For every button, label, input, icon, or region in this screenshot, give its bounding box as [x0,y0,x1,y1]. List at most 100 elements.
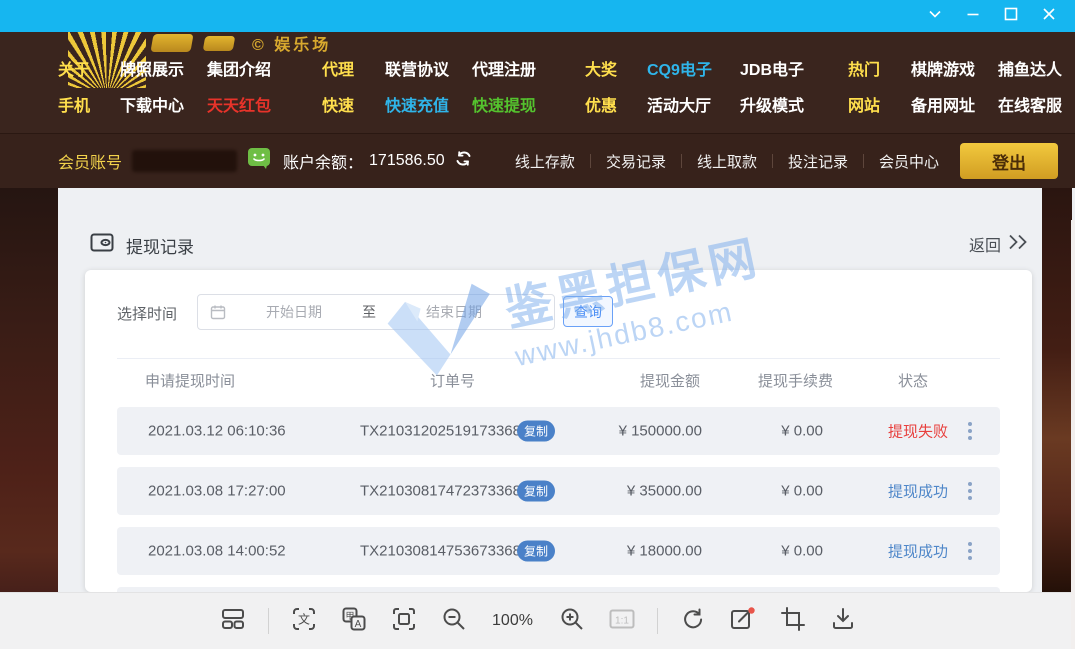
row-menu-dots[interactable] [965,539,975,563]
date-range-input[interactable]: 开始日期 至 结束日期 [197,294,555,330]
maximize-icon [1003,6,1019,27]
nav-item[interactable]: 升级模式 [740,96,804,117]
nav-col-about: 关于 手机 [58,60,90,117]
logo-suffix: © 娱乐场 [252,32,331,55]
nav-item[interactable]: 快速 [322,96,354,117]
scrollbar[interactable] [1071,220,1075,649]
nav-item[interactable]: 代理 [322,60,354,81]
cell-time: 2021.03.08 14:00:52 [148,543,286,560]
ocr-text-icon: 文 [291,606,317,637]
row-menu-dots[interactable] [965,479,975,503]
crop-button[interactable] [778,606,808,636]
window-close-button[interactable] [1033,3,1065,29]
background-strip-left [0,188,58,592]
nav-item[interactable]: JDB电子 [740,60,804,81]
svg-text:文: 文 [297,611,309,626]
message-icon[interactable] [247,147,271,175]
divider [863,154,864,168]
nav-col-fishing: 捕鱼达人 在线客服 [998,60,1062,117]
link-member-center[interactable]: 会员中心 [879,151,939,172]
page-header: 提现记录 [90,232,194,258]
link-online-withdraw[interactable]: 线上取款 [697,151,757,172]
zoom-out-icon [441,606,467,637]
refresh-balance-icon[interactable] [455,150,472,172]
nav-item[interactable]: 捕鱼达人 [998,60,1062,81]
rotate-button[interactable] [678,606,708,636]
link-transaction-record[interactable]: 交易记录 [606,151,666,172]
cell-fee: ¥ 0.00 [743,483,823,500]
chevron-down-icon [927,6,943,27]
table-row: 2021.03.12 06:10:36 TX210312025191733681… [117,407,1000,455]
nav-item[interactable]: 天天红包 [207,96,271,117]
actual-size-button[interactable]: 1:1 [607,606,637,636]
window-minimize-button[interactable] [957,3,989,29]
edit-button[interactable] [728,606,758,636]
logout-button[interactable]: 登出 [960,143,1058,179]
fit-screen-button[interactable] [389,606,419,636]
nav-item[interactable]: 代理注册 [472,60,536,81]
nav-item[interactable]: CQ9电子 [647,60,712,81]
nav-item[interactable]: 大奖 [585,60,617,81]
balance-value: 171586.50 [369,152,445,170]
nav-item[interactable]: 热门 [848,60,880,81]
zoom-in-button[interactable] [557,606,587,636]
table-row: 2021.03.08 17:27:00 TX210308174723733681… [117,467,1000,515]
nav-item[interactable]: 集团介绍 [207,60,271,81]
logo-text-fragment [150,34,193,52]
balance-display: 账户余额： 171586.50 [283,134,472,188]
nav-item[interactable]: 棋牌游戏 [911,60,975,81]
col-header-amount: 提现金额 [640,370,700,391]
background-strip-right [1042,188,1072,592]
one-to-one-icon: 1:1 [608,606,636,637]
window-dropdown-button[interactable] [919,3,951,29]
nav-item[interactable]: 手机 [58,96,90,117]
nav-item[interactable]: 活动大厅 [647,96,712,117]
copy-button[interactable]: 复制 [517,481,555,502]
translate-button[interactable]: 甲 A [339,606,369,636]
nav-item[interactable]: 快速提现 [472,96,536,117]
nav-item[interactable]: 网站 [848,96,880,117]
cell-order: TX210308174723733681 [360,483,529,500]
link-online-deposit[interactable]: 线上存款 [515,151,575,172]
window-maximize-button[interactable] [995,3,1027,29]
nav-item[interactable]: 牌照展示 [120,60,184,81]
col-header-order: 订单号 [430,370,475,391]
zoom-out-button[interactable] [439,606,469,636]
layout-panels-button[interactable] [218,606,248,636]
double-chevron-right-icon [1008,234,1030,255]
link-bet-record[interactable]: 投注记录 [788,151,848,172]
window-titlebar [0,0,1075,32]
edit-icon [729,606,756,637]
nav-col-jackpot: 大奖 优惠 [585,60,617,117]
filter-label: 选择时间 [117,303,177,324]
ocr-text-button[interactable]: 文 [289,606,319,636]
nav-col-agent: 代理 快速 [322,60,354,117]
nav-item[interactable]: 关于 [58,60,90,81]
translate-icon: 甲 A [341,606,367,637]
query-button[interactable]: 查询 [563,296,613,327]
cell-fee: ¥ 0.00 [743,543,823,560]
row-menu-dots[interactable] [965,419,975,443]
copy-button[interactable]: 复制 [517,421,555,442]
svg-text:1:1: 1:1 [615,615,629,626]
nav-item[interactable]: 备用网址 [911,96,975,117]
nav-col-hot: 热门 网站 [848,60,880,117]
nav-item[interactable]: 快速充值 [385,96,449,117]
crop-icon [780,606,806,637]
col-header-status: 状态 [898,370,928,391]
calendar-icon [210,304,226,320]
cell-status: 提现成功 [888,481,948,502]
account-label: 会员账号 [58,149,122,173]
download-button[interactable] [828,606,858,636]
nav-col-cq9: CQ9电子 活动大厅 [647,60,712,117]
divider [657,608,658,634]
app-window: © 娱乐场 关于 手机 牌照展示 下载中心 集团介绍 天天红包 代理 快速 联营… [0,0,1075,649]
nav-item[interactable]: 联营协议 [385,60,449,81]
nav-item[interactable]: 在线客服 [998,96,1062,117]
nav-item[interactable]: 优惠 [585,96,617,117]
copy-button[interactable]: 复制 [517,541,555,562]
nav-item[interactable]: 下载中心 [120,96,184,117]
cell-time: 2021.03.08 17:27:00 [148,483,286,500]
back-button[interactable]: 返回 [969,232,1030,256]
cell-status: 提现成功 [888,541,948,562]
